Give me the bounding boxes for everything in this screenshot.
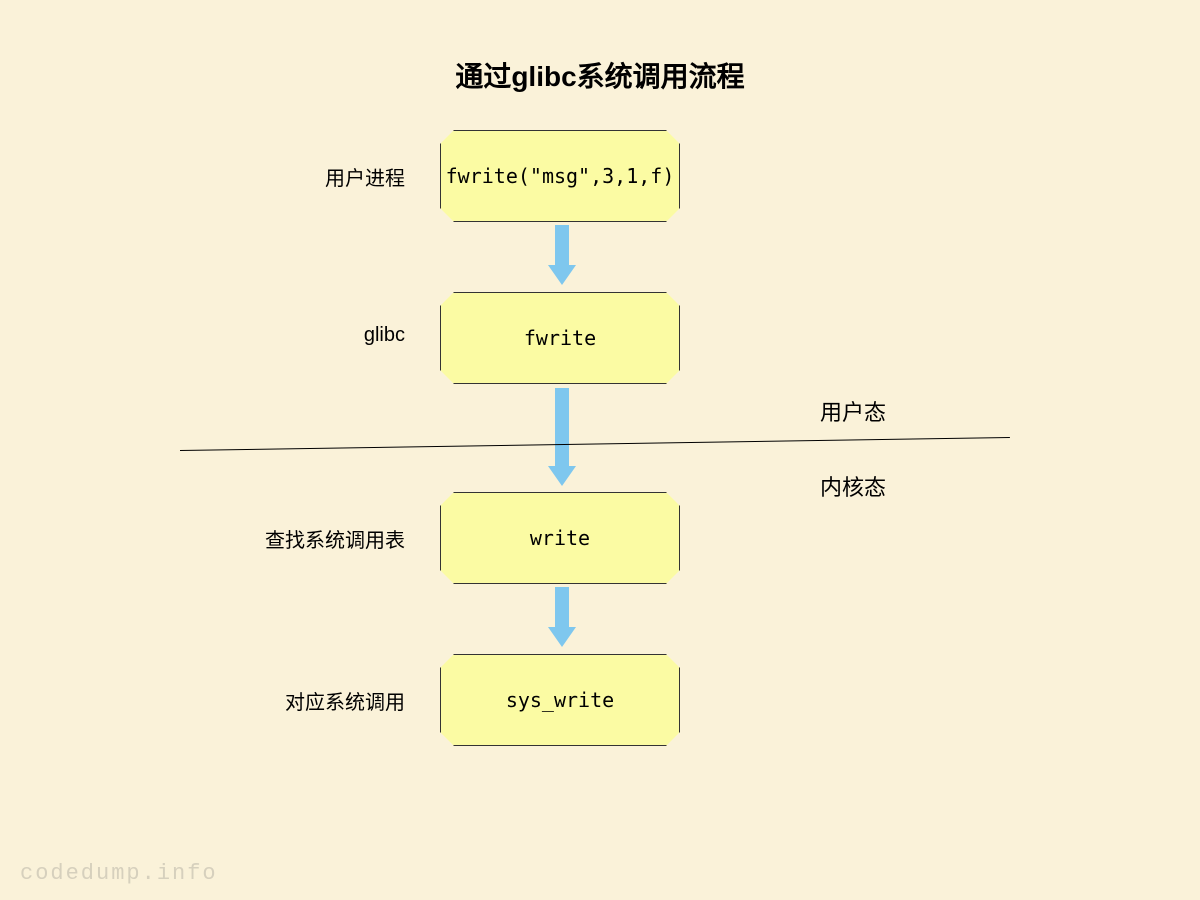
node-fwrite: fwrite <box>440 292 680 384</box>
diagram-title: 通过glibc系统调用流程 <box>0 55 1200 95</box>
side-label-syscall-table: 查找系统调用表 <box>225 524 405 553</box>
node-sys-write: sys_write <box>440 654 680 746</box>
node-label-text: write <box>530 526 590 550</box>
arrow-3-4 <box>552 587 572 647</box>
side-label-user-process: 用户进程 <box>225 162 405 191</box>
arrow-1-2 <box>552 225 572 285</box>
side-label-glibc: glibc <box>225 324 405 347</box>
mode-kernel: 内核态 <box>820 470 886 502</box>
side-label-syscall: 对应系统调用 <box>225 686 405 715</box>
node-label-text: sys_write <box>506 688 614 712</box>
mode-user: 用户态 <box>820 395 886 427</box>
node-write: write <box>440 492 680 584</box>
node-label-text: fwrite("msg",3,1,f) <box>446 164 675 188</box>
node-label-text: fwrite <box>524 326 596 350</box>
user-kernel-divider <box>180 437 1010 451</box>
watermark: codedump.info <box>20 861 218 886</box>
arrow-2-3 <box>552 388 572 486</box>
node-fwrite-call: fwrite("msg",3,1,f) <box>440 130 680 222</box>
